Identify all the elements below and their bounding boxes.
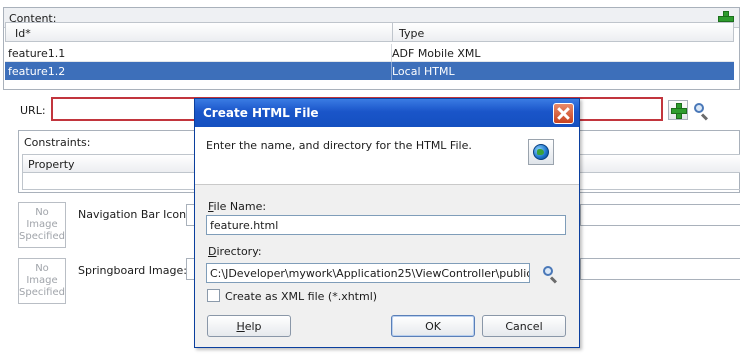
file-name-label: File Name: <box>208 200 267 213</box>
add-url-button[interactable] <box>668 100 688 120</box>
directory-input[interactable]: C:\JDeveloper\mywork\Application25\ViewC… <box>206 263 530 283</box>
dialog-titlebar[interactable]: Create HTML File <box>195 99 579 127</box>
springboard-image-placeholder: No Image Specified <box>18 258 66 304</box>
content-table-header: Id* Type <box>5 22 734 42</box>
browse-directory-button[interactable] <box>541 264 559 284</box>
dialog-instructions: Enter the name, and directory for the HT… <box>206 139 472 152</box>
column-id[interactable]: Id* <box>15 27 31 40</box>
directory-label: Directory: <box>208 245 262 258</box>
column-property[interactable]: Property <box>28 158 75 171</box>
create-html-file-dialog: Create HTML File Enter the name, and dir… <box>194 98 580 348</box>
add-icon <box>671 103 687 119</box>
globe-icon <box>533 144 549 160</box>
file-name-input[interactable]: feature.html <box>206 215 566 235</box>
springboard-image-field-end[interactable] <box>580 258 740 280</box>
globe-icon-frame <box>528 139 554 165</box>
search-icon <box>542 265 558 284</box>
nav-bar-icon-field-end[interactable] <box>580 204 740 226</box>
xml-checkbox[interactable] <box>207 289 220 302</box>
ok-button[interactable]: OK <box>391 315 475 337</box>
row-type: Local HTML <box>392 65 455 78</box>
cancel-button[interactable]: Cancel <box>482 315 566 337</box>
springboard-image-label: Springboard Image: <box>78 264 187 277</box>
row-id: feature1.2 <box>8 65 66 78</box>
dialog-instructions-area: Enter the name, and directory for the HT… <box>195 127 579 185</box>
close-button[interactable] <box>553 103 574 124</box>
help-button[interactable]: Help <box>207 315 291 337</box>
table-row-selected[interactable]: feature1.2 Local HTML <box>5 62 734 80</box>
column-type[interactable]: Type <box>399 27 424 40</box>
table-row[interactable]: feature1.1 ADF Mobile XML <box>5 44 734 62</box>
url-label: URL: <box>20 104 46 117</box>
nav-bar-icon-label: Navigation Bar Icon: <box>78 208 190 221</box>
row-type: ADF Mobile XML <box>392 47 481 60</box>
constraints-title: Constraints: <box>24 136 91 149</box>
dialog-title: Create HTML File <box>203 106 319 120</box>
column-divider[interactable] <box>392 23 393 41</box>
row-id: feature1.1 <box>8 47 66 60</box>
nav-icon-placeholder: No Image Specified <box>18 202 66 248</box>
xml-checkbox-label[interactable]: Create as XML file (*.xhtml) <box>225 290 377 303</box>
browse-url-button[interactable] <box>691 100 711 121</box>
close-icon <box>557 107 570 120</box>
search-icon <box>693 102 709 121</box>
